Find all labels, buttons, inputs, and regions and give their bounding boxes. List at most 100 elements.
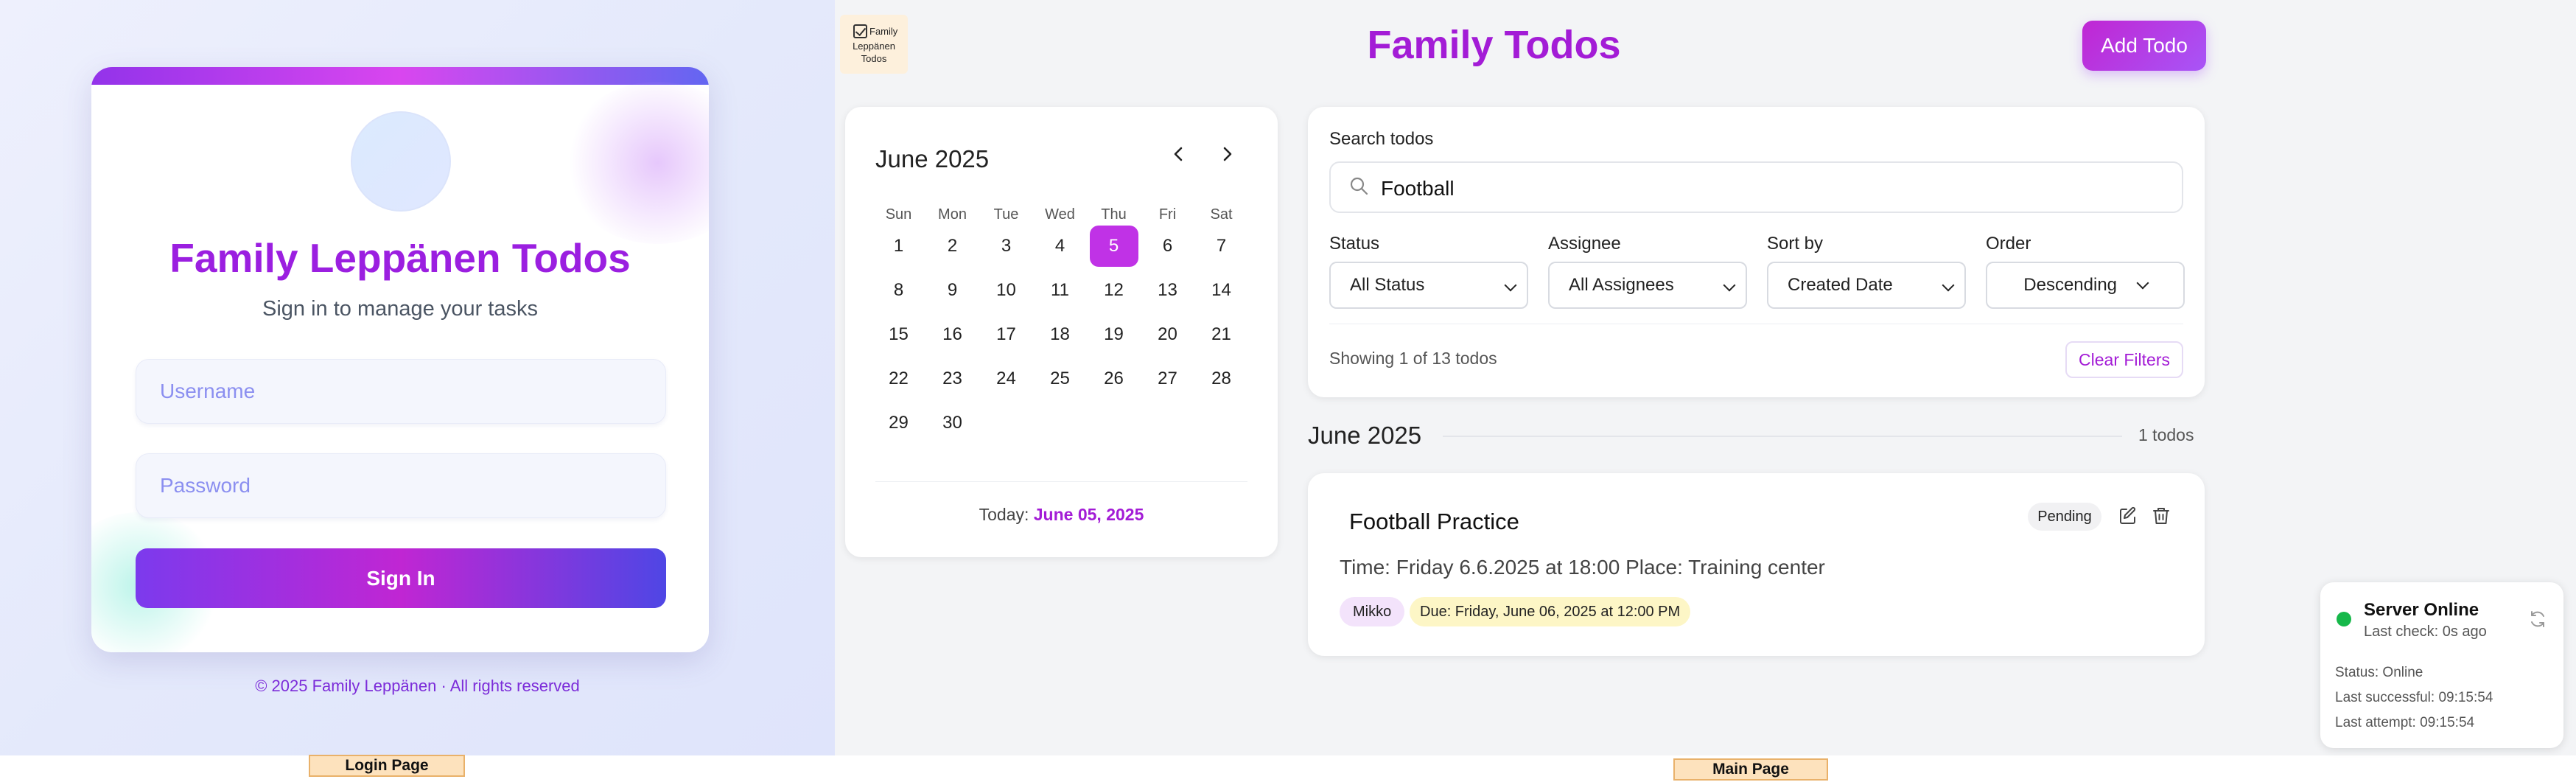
logo-text: Family <box>869 26 898 37</box>
calendar-day[interactable]: 21 <box>1197 314 1246 355</box>
calendar-weekday: Sat <box>1210 206 1233 223</box>
refresh-icon[interactable] <box>2527 609 2548 629</box>
todo-description: Time: Friday 6.6.2025 at 18:00 Place: Tr… <box>1340 556 1825 579</box>
screenshot-root: Family Leppänen Todos Sign in to manage … <box>0 0 2576 782</box>
calendar-day[interactable]: 15 <box>875 314 923 355</box>
calendar-day[interactable]: 2 <box>928 226 977 267</box>
calendar-next-button[interactable] <box>1213 139 1242 169</box>
divider <box>875 481 1247 482</box>
calendar-weekday: Tue <box>993 206 1019 223</box>
server-last-attempt: Last attempt: 09:15:54 <box>2335 715 2475 730</box>
calendar-weekday: Fri <box>1158 206 1177 223</box>
calendar-card: June 2025 Sun Mon Tue Wed Thu Fri Sat 12345678… <box>845 107 1278 557</box>
calendar-day[interactable]: 16 <box>928 314 977 355</box>
assignee-filter-label: Assignee <box>1548 234 1621 254</box>
search-input[interactable]: Football <box>1329 161 2183 213</box>
server-last-successful: Last successful: 09:15:54 <box>2335 690 2493 705</box>
calendar-day-selected[interactable]: 5 <box>1089 226 1138 267</box>
calendar-weekday: Mon <box>938 206 967 223</box>
sort-by-label: Sort by <box>1767 234 1824 254</box>
login-page-tag: Login Page <box>309 755 465 777</box>
logo-text: Leppänen <box>853 41 895 52</box>
order-select[interactable]: Descending <box>1986 262 2185 309</box>
calendar-day[interactable]: 13 <box>1144 270 1192 311</box>
group-count: 1 todos <box>2138 425 2194 444</box>
calendar-day[interactable]: 1 <box>875 226 923 267</box>
clear-filters-button[interactable]: Clear Filters <box>2065 341 2183 378</box>
calendar-day[interactable]: 4 <box>1036 226 1085 267</box>
add-todo-button[interactable]: Add Todo <box>2082 21 2206 71</box>
server-status-card: Server Online Last check: 0s ago Status:… <box>2320 582 2563 748</box>
assignee-badge: Mikko <box>1340 597 1405 626</box>
calendar-day[interactable]: 29 <box>875 402 923 444</box>
due-date-badge: Due: Friday, June 06, 2025 at 12:00 PM <box>1410 597 1691 626</box>
calendar-weekday: Wed <box>1045 206 1075 223</box>
server-status-title: Server Online <box>2364 600 2479 620</box>
calendar-day[interactable]: 28 <box>1197 358 1246 399</box>
search-icon <box>1350 177 1368 195</box>
sort-by-select-value: Created Date <box>1788 275 1893 295</box>
trash-icon[interactable] <box>2152 506 2171 526</box>
username-input[interactable] <box>136 359 666 424</box>
calendar-day[interactable]: 27 <box>1144 358 1192 399</box>
chevron-left-icon <box>1174 147 1183 161</box>
divider <box>1443 436 2122 437</box>
search-label: Search todos <box>1329 129 1434 149</box>
chevron-down-icon <box>1504 279 1517 292</box>
calendar-today-prefix: Today: <box>979 505 1029 524</box>
calendar-day[interactable]: 8 <box>875 270 923 311</box>
sign-in-button[interactable]: Sign In <box>136 548 666 608</box>
sort-by-select[interactable]: Created Date <box>1767 262 1966 309</box>
calendar-day[interactable]: 26 <box>1090 358 1138 399</box>
calendar-day[interactable]: 12 <box>1090 270 1138 311</box>
calendar-day[interactable]: 6 <box>1144 226 1192 267</box>
login-title: Family Leppänen Todos <box>169 235 631 281</box>
app-logo: Family Leppänen Todos <box>840 15 908 74</box>
calendar-today-date[interactable]: June 05, 2025 <box>1034 505 1144 524</box>
edit-icon[interactable] <box>2118 506 2138 526</box>
password-input[interactable] <box>136 453 666 518</box>
decorative-glow <box>561 82 709 244</box>
logo-text: Todos <box>861 53 887 64</box>
chevron-down-icon <box>1942 279 1955 292</box>
chevron-down-icon <box>1723 279 1736 292</box>
status-badge[interactable]: Pending <box>2028 503 2101 531</box>
calendar-day[interactable]: 25 <box>1036 358 1085 399</box>
calendar-day[interactable]: 10 <box>982 270 1031 311</box>
search-value: Football <box>1381 177 1455 200</box>
todo-card[interactable]: Football Practice Pending Time: Friday 6… <box>1308 473 2205 656</box>
calendar-day[interactable]: 3 <box>982 226 1031 267</box>
calendar-day[interactable]: 17 <box>982 314 1031 355</box>
calendar-day[interactable]: 7 <box>1197 226 1246 267</box>
calendar-weekday: Sun <box>885 206 912 223</box>
calendar-today-line: Today: June 05, 2025 <box>845 505 1278 525</box>
calendar-day[interactable]: 30 <box>928 402 977 444</box>
calendar-day[interactable]: 18 <box>1036 314 1085 355</box>
calendar-day[interactable]: 9 <box>928 270 977 311</box>
calendar-prev-button[interactable] <box>1163 139 1193 169</box>
calendar-weekday: Thu <box>1101 206 1127 223</box>
chevron-right-icon <box>1223 147 1232 161</box>
calendar-day[interactable]: 19 <box>1090 314 1138 355</box>
server-status-line: Status: Online <box>2335 665 2423 680</box>
calendar-day[interactable]: 20 <box>1144 314 1192 355</box>
calendar-day[interactable]: 23 <box>928 358 977 399</box>
filter-card: Search todos Football Status All Status … <box>1308 107 2205 397</box>
calendar-day[interactable]: 11 <box>1036 270 1085 311</box>
calendar-day[interactable]: 24 <box>982 358 1031 399</box>
status-select[interactable]: All Status <box>1329 262 1528 309</box>
main-page-tag: Main Page <box>1673 758 1828 781</box>
calendar-day[interactable]: 22 <box>875 358 923 399</box>
group-title: June 2025 <box>1308 422 1422 449</box>
assignee-select-value: All Assignees <box>1569 275 1674 295</box>
login-page: Family Leppänen Todos Sign in to manage … <box>0 0 835 755</box>
checkbox-icon <box>853 24 867 38</box>
avatar <box>351 111 451 212</box>
page-title: Family Todos <box>1367 23 1621 67</box>
status-select-value: All Status <box>1350 275 1425 295</box>
assignee-select[interactable]: All Assignees <box>1548 262 1747 309</box>
status-filter-label: Status <box>1329 234 1380 254</box>
todo-title: Football Practice <box>1349 509 1519 534</box>
status-indicator-dot <box>2337 612 2351 626</box>
calendar-day[interactable]: 14 <box>1197 270 1246 311</box>
